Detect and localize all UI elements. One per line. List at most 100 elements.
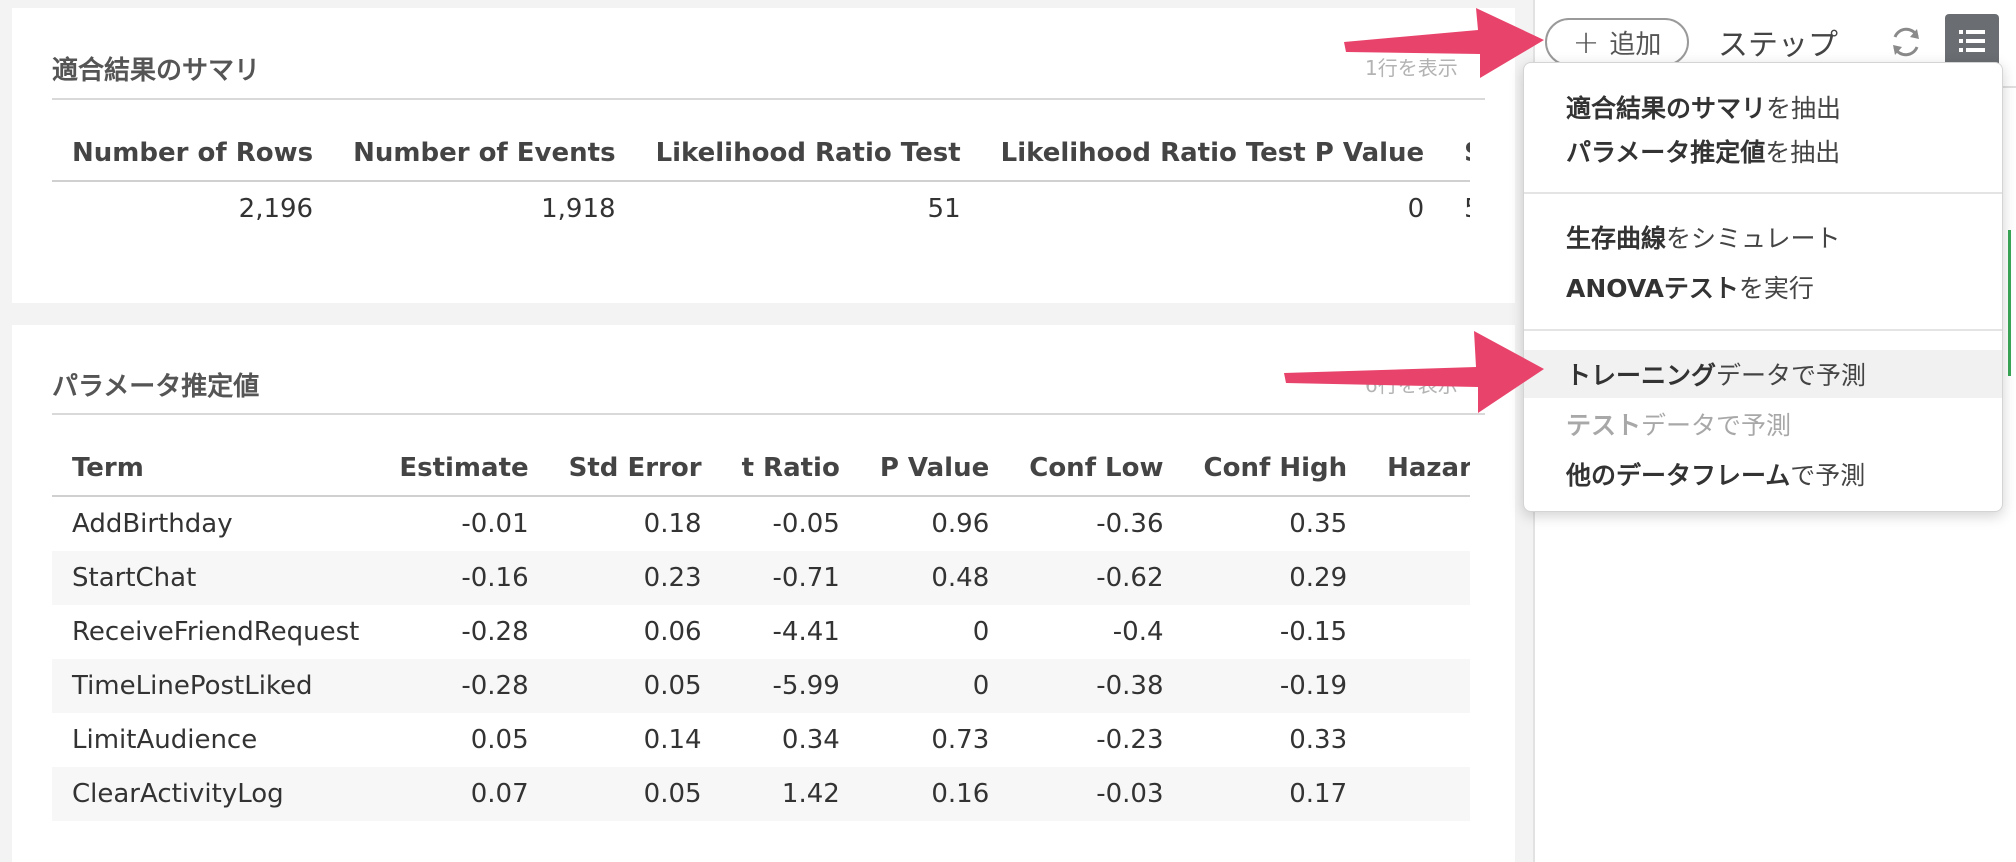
params-cell: 0.05: [548, 659, 722, 713]
params-cell: 0.07: [379, 767, 549, 821]
menu-item-bold: 適合結果のサマリ: [1566, 94, 1767, 123]
menu-divider: [1524, 329, 2002, 331]
params-cell: -0.01: [461, 509, 529, 539]
params-cell: StartChat: [52, 551, 380, 605]
pointer-arrow: [1344, 8, 1544, 78]
params-cell: 0.18: [643, 509, 702, 539]
menu-item-simulate-survival[interactable]: 生存曲線 をシミュレート: [1524, 213, 2002, 261]
params-header[interactable]: Conf Low: [1009, 441, 1184, 497]
params-cell: TimeLinePostLiked: [52, 659, 380, 713]
params-cell: -0.38: [1009, 659, 1184, 713]
params-cell: ReceiveFriendRequest: [72, 617, 360, 647]
params-cell: 0: [859, 659, 1010, 713]
menu-divider: [1524, 192, 2002, 194]
params-cell: LimitAudience: [72, 725, 258, 755]
params-cell: -4.41: [772, 617, 840, 647]
params-table: Term Estimate Std Error t Ratio P Value …: [52, 441, 1470, 821]
params-cell: 1: [1367, 713, 1470, 767]
menu-item-bold: 生存曲線: [1566, 224, 1667, 253]
params-cell: 0.14: [643, 725, 702, 755]
summary-cell: 2,196: [238, 194, 314, 224]
params-header[interactable]: P Value: [859, 441, 1010, 497]
params-cell: 0.35: [1289, 509, 1348, 539]
params-cell: 0.06: [643, 617, 702, 647]
menu-item-text: を抽出: [1765, 138, 1841, 167]
params-cell: -0.03: [1009, 767, 1184, 821]
summary-header[interactable]: Likelihood Ratio Test P Value: [980, 126, 1445, 182]
params-header[interactable]: Hazard R: [1367, 441, 1470, 497]
params-cell: 0.05: [548, 767, 722, 821]
params-cell: 0: [1367, 496, 1470, 551]
table-row: StartChat -0.16 0.23 -0.71 0.48 -0.62 0.…: [52, 551, 1470, 605]
menu-item-text: データで予測: [1716, 361, 1867, 390]
table-row: ClearActivityLog 0.07 0.05 1.42 0.16 -0.…: [52, 767, 1470, 821]
menu-item-bold: ANOVAテスト: [1566, 274, 1739, 303]
menu-item-text: データで予測: [1641, 411, 1792, 440]
menu-item-predict-other[interactable]: 他のデータフレーム で予測: [1524, 450, 2002, 498]
menu-item-bold: 他のデータフレーム: [1566, 461, 1791, 490]
params-table-wrap: Term Estimate Std Error t Ratio P Value …: [52, 441, 1470, 821]
summary-cell: 1,918: [541, 194, 616, 224]
params-cell: -0.62: [1009, 551, 1184, 605]
menu-item-bold: パラメータ推定値: [1566, 138, 1766, 167]
table-row: TimeLinePostLiked -0.28 0.05 -5.99 0 -0.…: [52, 659, 1470, 713]
menu-item-anova[interactable]: ANOVAテスト を実行: [1524, 263, 2002, 311]
list-icon[interactable]: [1945, 14, 1999, 68]
params-cell: -0.05: [772, 509, 840, 539]
summary-table-wrap: Number of Rows Number of Events Likeliho…: [52, 126, 1470, 246]
params-header[interactable]: Estimate: [379, 441, 549, 497]
summary-cell: 0: [1407, 194, 1425, 224]
add-step-menu: 適合結果のサマリ を抽出 パラメータ推定値 を抽出 生存曲線 をシミュレート ANOV…: [1523, 62, 2003, 512]
table-row: ReceiveFriendRequest -0.28 0.06 -4.41 0 …: [52, 605, 1470, 659]
params-header[interactable]: Term: [52, 441, 380, 497]
params-cell: 0.96: [931, 509, 990, 539]
summary-table: Number of Rows Number of Events Likeliho…: [52, 126, 1470, 236]
table-row: 2,196 1,918 51 0 50: [52, 181, 1470, 236]
params-header[interactable]: Conf High: [1183, 441, 1368, 497]
params-cell: -0.16: [379, 551, 549, 605]
params-cell: 0.23: [548, 551, 722, 605]
params-divider: [52, 413, 1485, 415]
summary-header[interactable]: Number of Events: [333, 126, 636, 182]
plus-icon: +: [1572, 23, 1600, 61]
menu-item-extract-params[interactable]: パラメータ推定値 を抽出: [1524, 127, 2002, 175]
menu-item-text: で予測: [1790, 461, 1866, 490]
summary-header[interactable]: Number of Rows: [52, 126, 334, 182]
params-header[interactable]: Std Error: [548, 441, 722, 497]
table-row: LimitAudience 0.05 0.14 0.34 0.73 -0.23 …: [52, 713, 1470, 767]
menu-item-extract-summary[interactable]: 適合結果のサマリ を抽出: [1524, 83, 2002, 131]
params-cell: 0.29: [1183, 551, 1368, 605]
add-button-label: 追加: [1609, 29, 1662, 60]
params-cell: 0.48: [859, 551, 1010, 605]
menu-item-predict-training[interactable]: トレーニング データで予測: [1524, 350, 2002, 398]
summary-header[interactable]: Score T: [1444, 126, 1470, 182]
menu-item-bold: テスト: [1566, 411, 1642, 440]
params-cell: 0: [1367, 605, 1470, 659]
menu-item-predict-test[interactable]: テスト データで予測: [1524, 400, 2002, 448]
add-button[interactable]: + 追加: [1545, 18, 1689, 66]
summary-cell: 51: [927, 194, 961, 224]
summary-panel: 適合結果のサマリ 1行を表示 Number of Rows Number of …: [12, 8, 1515, 303]
params-cell: -0.28: [461, 617, 529, 647]
params-cell: -0.19: [1183, 659, 1368, 713]
summary-divider: [52, 98, 1485, 100]
summary-header[interactable]: Likelihood Ratio Test: [635, 126, 981, 182]
params-cell: 0.33: [1289, 725, 1348, 755]
summary-cell: 50: [1444, 181, 1470, 236]
params-cell: 0.16: [859, 767, 1010, 821]
params-cell: -0.4: [1112, 617, 1164, 647]
params-cell: 0: [972, 617, 990, 647]
menu-item-bold: トレーニング: [1566, 361, 1717, 390]
pointer-arrow: [1284, 331, 1544, 413]
selected-step-indicator: [2008, 230, 2011, 376]
params-cell: AddBirthday: [72, 509, 233, 539]
menu-item-text: を抽出: [1766, 94, 1842, 123]
steps-title: ステップ: [1718, 28, 1838, 63]
menu-item-text: をシミュレート: [1666, 224, 1841, 253]
params-cell: -0.28: [379, 659, 549, 713]
params-cell: 0.34: [781, 725, 840, 755]
params-cell: -0.15: [1279, 617, 1348, 647]
params-cell: -0.23: [1096, 725, 1164, 755]
refresh-icon[interactable]: [1886, 22, 1926, 62]
params-header[interactable]: t Ratio: [721, 441, 860, 497]
